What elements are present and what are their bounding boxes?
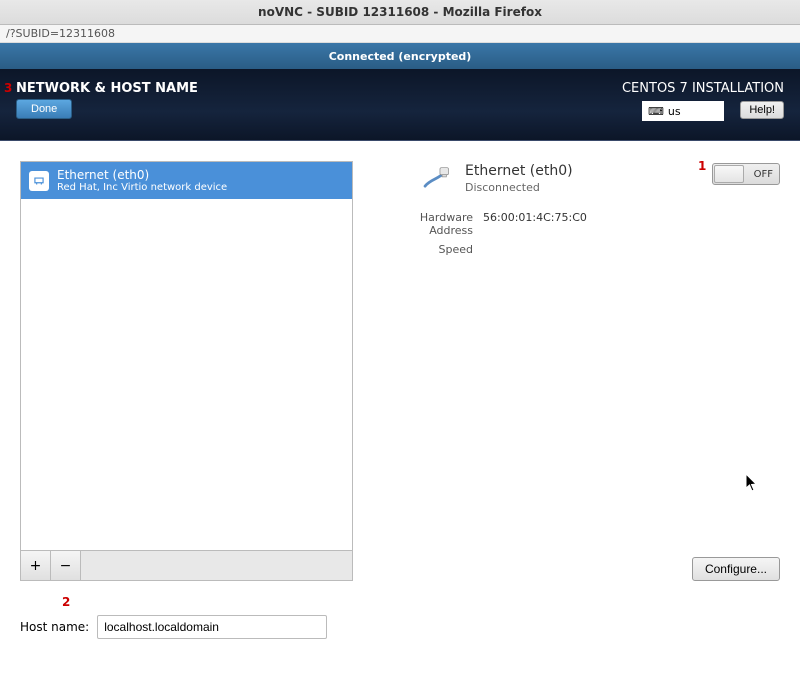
connection-status-bar: Connected (encrypted)	[0, 43, 800, 69]
hostname-row: Host name:	[20, 615, 780, 639]
hostname-input[interactable]	[97, 615, 327, 639]
window-titlebar: noVNC - SUBID 12311608 - Mozilla Firefox	[0, 0, 800, 25]
help-button[interactable]: Help!	[740, 101, 784, 119]
device-list-toolbar: + −	[20, 551, 353, 581]
keyboard-layout-text: us	[668, 105, 681, 118]
toggle-knob	[714, 165, 744, 183]
url-bar[interactable]: /?SUBID=12311608	[0, 25, 800, 43]
annotation-2: 2	[62, 595, 70, 609]
main-area: Ethernet (eth0) Red Hat, Inc Virtio netw…	[0, 141, 800, 601]
device-enable-toggle[interactable]: OFF	[712, 163, 780, 185]
device-item-title: Ethernet (eth0)	[57, 168, 227, 182]
device-item[interactable]: Ethernet (eth0) Red Hat, Inc Virtio netw…	[21, 162, 352, 199]
device-properties: Hardware Address 56:00:01:4C:75:C0 Speed	[373, 211, 780, 256]
url-text: /?SUBID=12311608	[6, 27, 115, 40]
page-title: NETWORK & HOST NAME	[16, 81, 198, 96]
header-bar: 3 NETWORK & HOST NAME Done CENTOS 7 INST…	[0, 69, 800, 141]
keyboard-icon: ⌨	[648, 105, 664, 118]
connection-status-text: Connected (encrypted)	[329, 50, 472, 63]
add-device-button[interactable]: +	[21, 551, 51, 580]
device-detail-title: Ethernet (eth0)	[465, 163, 573, 179]
ethernet-detail-icon	[417, 161, 453, 197]
device-detail-panel: Ethernet (eth0) Disconnected 1 OFF Hardw…	[363, 161, 780, 581]
device-list-panel: Ethernet (eth0) Red Hat, Inc Virtio netw…	[20, 161, 353, 581]
toggle-state-label: OFF	[754, 169, 773, 180]
remove-device-button[interactable]: −	[51, 551, 81, 580]
device-item-subtitle: Red Hat, Inc Virtio network device	[57, 182, 227, 193]
hw-addr-label: Hardware Address	[373, 211, 473, 237]
done-button[interactable]: Done	[16, 99, 72, 119]
device-list[interactable]: Ethernet (eth0) Red Hat, Inc Virtio netw…	[20, 161, 353, 551]
annotation-1: 1	[698, 159, 706, 173]
device-detail-status: Disconnected	[465, 181, 573, 194]
hostname-label: Host name:	[20, 620, 89, 634]
mouse-cursor-icon	[746, 474, 760, 496]
hw-addr-value: 56:00:01:4C:75:C0	[483, 211, 587, 237]
configure-button[interactable]: Configure...	[692, 557, 780, 581]
window-title: noVNC - SUBID 12311608 - Mozilla Firefox	[258, 5, 542, 19]
ethernet-icon	[29, 171, 49, 191]
keyboard-layout-indicator[interactable]: ⌨ us	[642, 101, 724, 121]
installer-title: CENTOS 7 INSTALLATION	[622, 81, 784, 96]
speed-label: Speed	[373, 243, 473, 256]
annotation-3: 3	[4, 81, 12, 95]
